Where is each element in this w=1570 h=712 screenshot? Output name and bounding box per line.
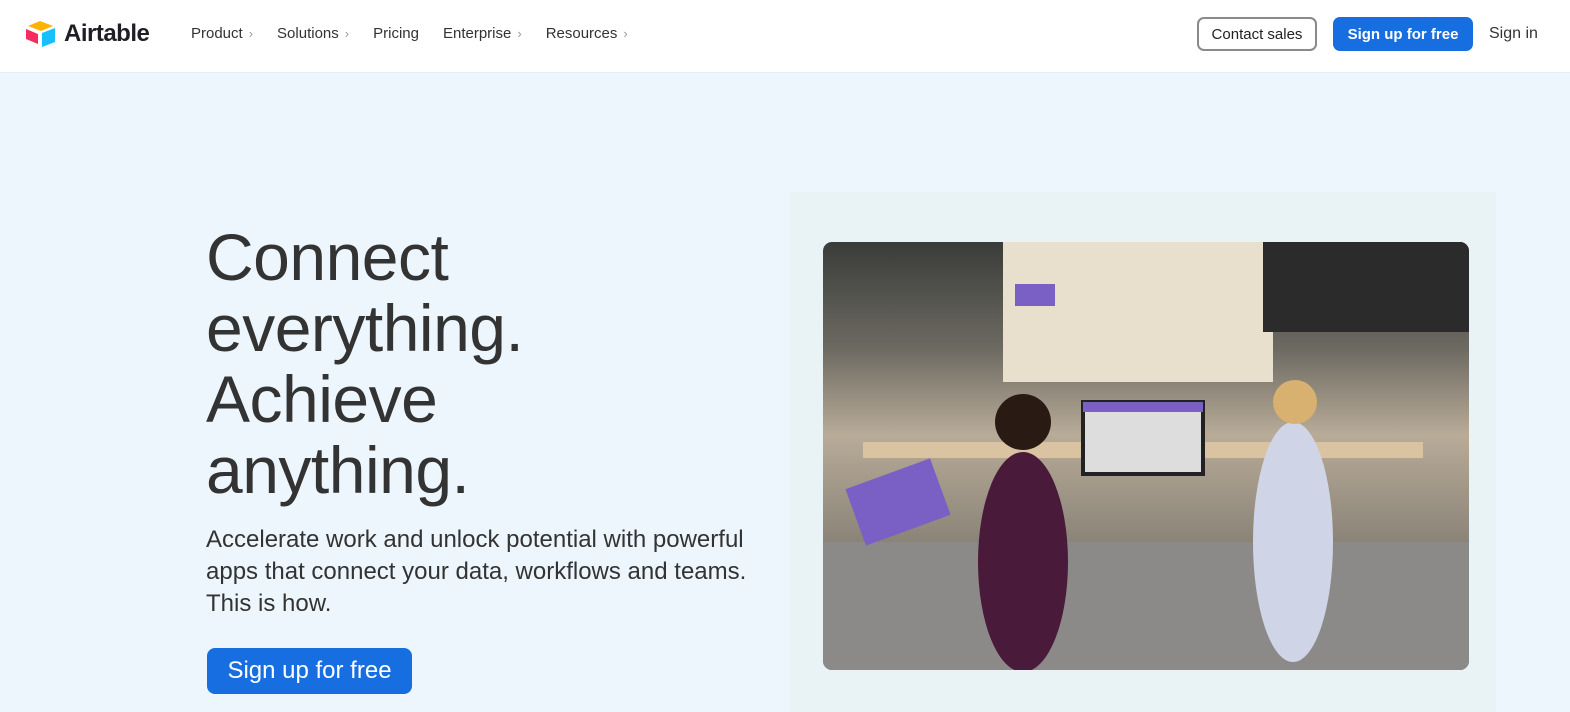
menu-enterprise[interactable]: Enterprise ›: [443, 25, 522, 42]
chevron-right-icon: ›: [248, 26, 254, 41]
chevron-right-icon: ›: [623, 26, 628, 41]
menu-pricing[interactable]: Pricing: [373, 25, 419, 42]
menu-product[interactable]: Product ›: [191, 25, 253, 42]
hero-title: Connect everything. Achieve anything.: [206, 220, 524, 507]
menu-label: Resources: [545, 25, 618, 42]
airtable-logo-icon: [26, 21, 55, 47]
menu-resources[interactable]: Resources ›: [546, 25, 628, 42]
menu-solutions[interactable]: Solutions ›: [277, 25, 349, 42]
nav-sign-up-button[interactable]: Sign up for free: [1333, 17, 1473, 51]
airtable-logo[interactable]: Airtable: [24, 20, 150, 48]
menu-label: Pricing: [373, 25, 419, 42]
contact-sales-button[interactable]: Contact sales: [1197, 17, 1317, 51]
sign-in-link[interactable]: Sign in: [1489, 25, 1538, 43]
brand-name: Airtable: [64, 20, 150, 47]
office-photo: [823, 242, 1469, 670]
office-scene-illustration: [823, 242, 1469, 670]
menu-label: Solutions: [277, 25, 339, 42]
top-nav: Airtable Product › Solutions › Pricing Ent…: [0, 0, 1570, 73]
chevron-right-icon: ›: [344, 26, 350, 41]
main-menu: Product › Solutions › Pricing Enterprise › …: [191, 25, 652, 42]
hero-sign-up-button[interactable]: Sign up for free: [207, 648, 412, 694]
menu-label: Product: [191, 25, 243, 42]
hero-subtitle: Accelerate work and unlock potential wit…: [206, 526, 747, 617]
menu-label: Enterprise: [442, 25, 512, 42]
chevron-right-icon: ›: [517, 26, 522, 41]
